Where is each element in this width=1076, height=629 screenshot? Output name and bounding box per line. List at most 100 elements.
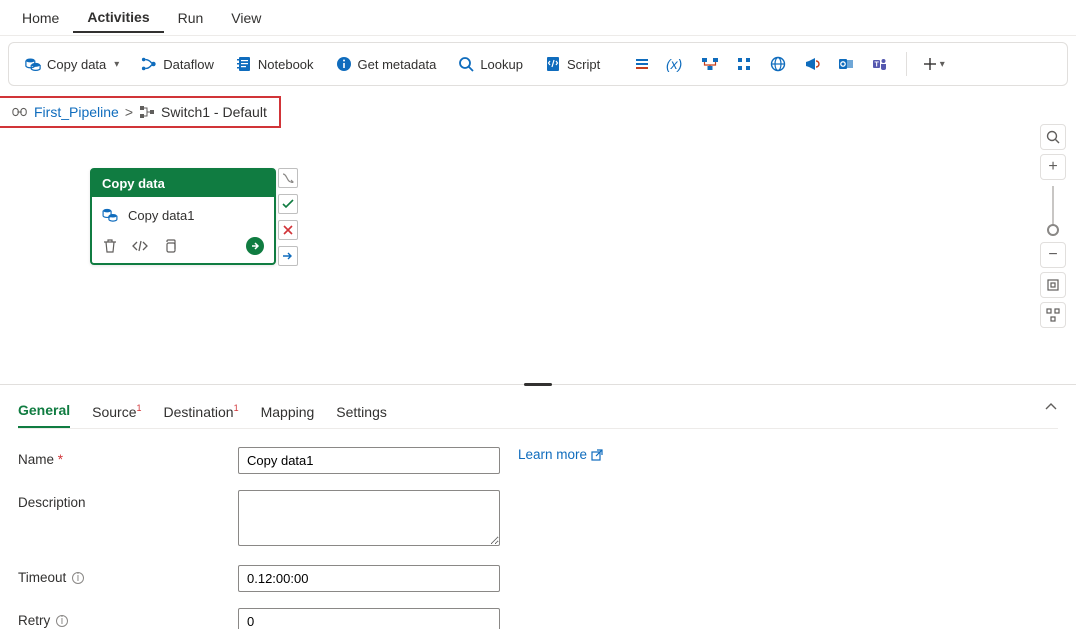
source-error-badge: 1 bbox=[137, 403, 142, 413]
copy-data-icon bbox=[25, 56, 41, 72]
toolbar-separator bbox=[906, 52, 907, 76]
get-metadata-button[interactable]: Get metadata bbox=[330, 52, 443, 76]
copy-data-activity[interactable]: Copy data Copy data1 bbox=[90, 168, 276, 265]
retry-label: Retry i bbox=[18, 608, 238, 628]
svg-text:T: T bbox=[875, 62, 880, 69]
activity-ports bbox=[278, 168, 300, 266]
switch-icon bbox=[139, 104, 155, 120]
toolbar-icon-align[interactable] bbox=[732, 52, 756, 76]
add-activity-button[interactable]: ▾ bbox=[921, 52, 945, 76]
zoom-in-button[interactable]: + bbox=[1040, 154, 1066, 180]
description-input[interactable] bbox=[238, 490, 500, 546]
get-metadata-label: Get metadata bbox=[358, 57, 437, 72]
collapse-panel-icon[interactable] bbox=[1044, 400, 1058, 414]
tab-source-label: Source bbox=[92, 404, 136, 420]
copy-icon[interactable] bbox=[162, 238, 178, 254]
tab-general[interactable]: General bbox=[18, 396, 70, 428]
tab-source[interactable]: Source1 bbox=[92, 398, 141, 428]
timeout-input[interactable] bbox=[238, 565, 500, 592]
breadcrumb-current: Switch1 - Default bbox=[161, 104, 267, 120]
properties-panel: General Source1 Destination1 Mapping Set… bbox=[0, 392, 1076, 629]
zoom-slider[interactable] bbox=[1052, 186, 1054, 236]
copy-data-icon bbox=[102, 207, 118, 223]
port-completion[interactable] bbox=[278, 246, 298, 266]
script-icon bbox=[545, 56, 561, 72]
activity-name: Copy data1 bbox=[128, 208, 195, 223]
lookup-icon bbox=[458, 56, 474, 72]
zoom-out-button[interactable]: − bbox=[1040, 242, 1066, 268]
chevron-down-icon: ▾ bbox=[940, 59, 945, 70]
info-icon bbox=[336, 56, 352, 72]
tab-home[interactable]: Home bbox=[8, 4, 73, 32]
toolbar-icon-megaphone[interactable] bbox=[800, 52, 824, 76]
activity-card-header: Copy data bbox=[92, 170, 274, 197]
breadcrumb-container: First_Pipeline > Switch1 - Default bbox=[4, 100, 275, 124]
lookup-button[interactable]: Lookup bbox=[452, 52, 529, 76]
copy-data-button[interactable]: Copy data ▾ bbox=[19, 52, 125, 76]
auto-layout-button[interactable] bbox=[1040, 302, 1066, 328]
row-description: Description bbox=[18, 490, 1058, 549]
breadcrumb: First_Pipeline > Switch1 - Default bbox=[4, 100, 275, 124]
notebook-icon bbox=[236, 56, 252, 72]
tab-settings[interactable]: Settings bbox=[336, 398, 387, 428]
activity-card-body: Copy data1 bbox=[92, 197, 274, 233]
toolbar-icon-outlook[interactable] bbox=[834, 52, 858, 76]
zoom-handle[interactable] bbox=[1047, 224, 1059, 236]
pipeline-canvas[interactable]: Copy data Copy data1 bbox=[0, 124, 1076, 384]
toolbar-icon-list[interactable] bbox=[630, 52, 654, 76]
tab-destination-label: Destination bbox=[164, 404, 234, 420]
row-name: Name * Learn more bbox=[18, 447, 1058, 474]
toolbar-icon-variable[interactable]: (x) bbox=[664, 52, 688, 76]
pipeline-icon bbox=[12, 104, 28, 120]
timeout-label: Timeout i bbox=[18, 565, 238, 585]
go-arrow-icon[interactable] bbox=[246, 237, 264, 255]
port-success[interactable] bbox=[278, 194, 298, 214]
zoom-controls: + − bbox=[1038, 124, 1068, 328]
notebook-button[interactable]: Notebook bbox=[230, 52, 320, 76]
learn-more-link[interactable]: Learn more bbox=[518, 447, 603, 462]
external-link-icon bbox=[591, 449, 603, 461]
row-retry: Retry i bbox=[18, 608, 1058, 629]
dataflow-label: Dataflow bbox=[163, 57, 214, 72]
breadcrumb-separator: > bbox=[125, 104, 133, 120]
name-input[interactable] bbox=[238, 447, 500, 474]
toolbar-icon-teams[interactable]: T bbox=[868, 52, 892, 76]
properties-tabs: General Source1 Destination1 Mapping Set… bbox=[18, 396, 1058, 429]
breadcrumb-root[interactable]: First_Pipeline bbox=[34, 104, 119, 120]
code-icon[interactable] bbox=[132, 238, 148, 254]
svg-text:(x): (x) bbox=[666, 56, 682, 72]
dataflow-button[interactable]: Dataflow bbox=[135, 52, 220, 76]
toolbar-icon-globe[interactable] bbox=[766, 52, 790, 76]
tab-view[interactable]: View bbox=[217, 4, 275, 32]
notebook-label: Notebook bbox=[258, 57, 314, 72]
chevron-down-icon: ▾ bbox=[114, 59, 119, 70]
retry-input[interactable] bbox=[238, 608, 500, 629]
activities-toolbar: Copy data ▾ Dataflow Notebook Get metada… bbox=[8, 42, 1068, 86]
description-label: Description bbox=[18, 490, 238, 510]
delete-icon[interactable] bbox=[102, 238, 118, 254]
tab-mapping[interactable]: Mapping bbox=[261, 398, 315, 428]
lookup-label: Lookup bbox=[480, 57, 523, 72]
info-icon[interactable]: i bbox=[72, 572, 84, 584]
general-form: Name * Learn more Description Timeout i … bbox=[18, 429, 1058, 629]
port-skip[interactable] bbox=[278, 168, 298, 188]
row-timeout: Timeout i bbox=[18, 565, 1058, 592]
top-tabs: Home Activities Run View bbox=[0, 0, 1076, 36]
info-icon[interactable]: i bbox=[56, 615, 68, 627]
script-label: Script bbox=[567, 57, 600, 72]
panel-resize-handle[interactable] bbox=[0, 384, 1076, 392]
destination-error-badge: 1 bbox=[234, 403, 239, 413]
tab-destination[interactable]: Destination1 bbox=[164, 398, 239, 428]
port-fail[interactable] bbox=[278, 220, 298, 240]
script-button[interactable]: Script bbox=[539, 52, 606, 76]
copy-data-label: Copy data bbox=[47, 57, 106, 72]
toolbar-icon-pipeline[interactable] bbox=[698, 52, 722, 76]
tab-run[interactable]: Run bbox=[164, 4, 218, 32]
name-label: Name * bbox=[18, 447, 238, 467]
learn-more-label: Learn more bbox=[518, 447, 587, 462]
fit-screen-button[interactable] bbox=[1040, 272, 1066, 298]
activity-card-actions bbox=[92, 233, 274, 263]
tab-activities[interactable]: Activities bbox=[73, 3, 163, 33]
dataflow-icon bbox=[141, 56, 157, 72]
canvas-search-button[interactable] bbox=[1040, 124, 1066, 150]
